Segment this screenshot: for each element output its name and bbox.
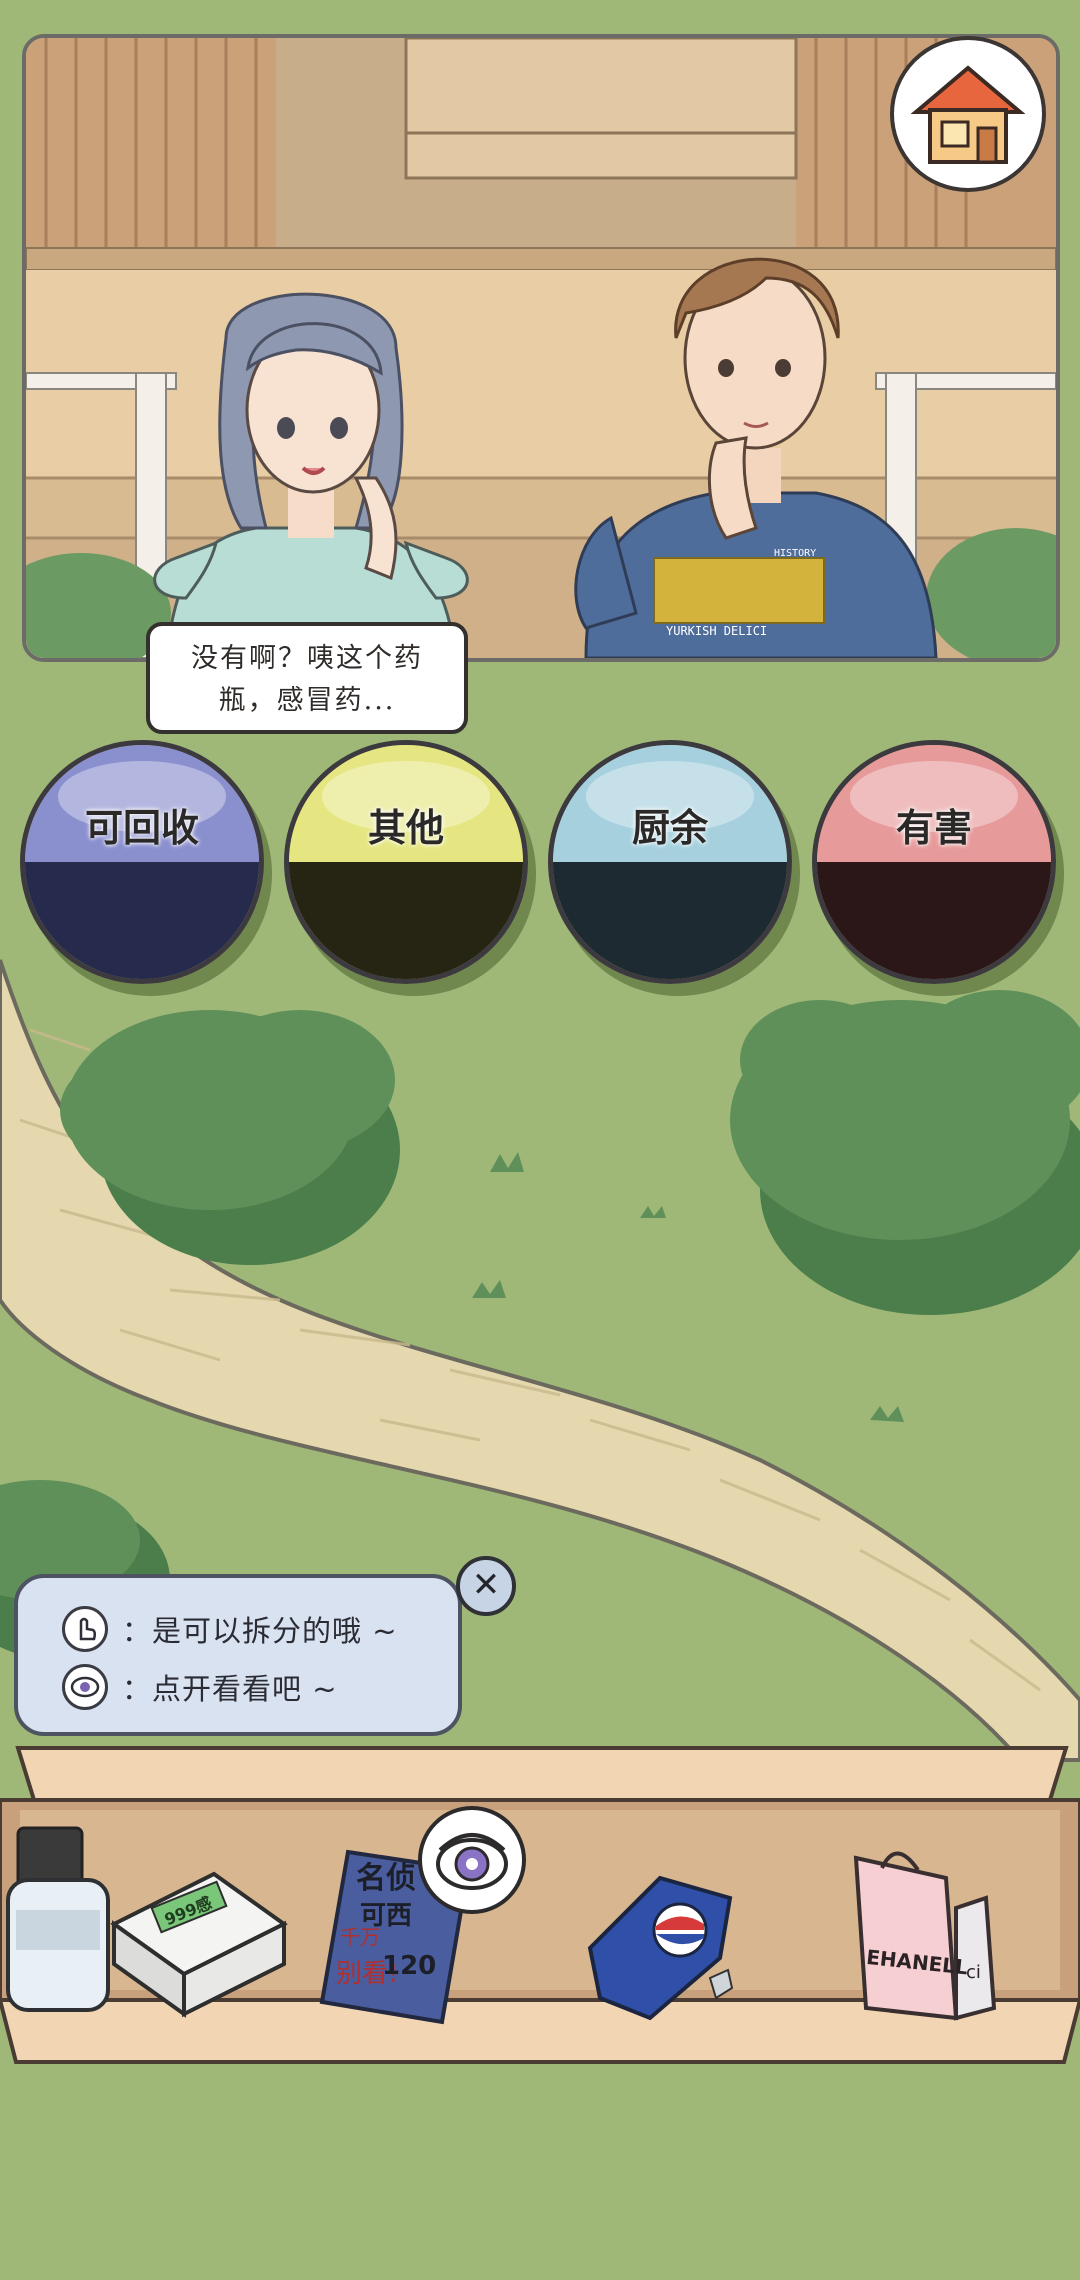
close-hint-button[interactable]: ✕ [456,1556,516,1616]
bin-label: 其他 [367,806,444,850]
bin-label: 有害 [895,806,972,850]
eye-icon [436,1833,508,1890]
bin-kitchen[interactable]: 厨余 [548,740,792,984]
hint-tap-text: ：是可以拆分的哦 ~ [122,1614,398,1648]
eye-icon [62,1664,108,1710]
bin-other[interactable]: 其他 [284,740,528,984]
book-text-5: 120 [382,1951,436,1981]
bin-label: 厨余 [631,806,708,850]
book-text-1: 名侦 [356,1861,416,1896]
hint-bubble: ：是可以拆分的哦 ~ ：点开看看吧 ~ [14,1574,462,1736]
dialogue-line-1: 没有啊？咦这个药 [191,643,423,674]
bag-side-label: ci [966,1962,981,1983]
inspect-eye-button[interactable] [418,1806,526,1914]
bin-recyclable[interactable]: 可回收 [20,740,264,984]
dialogue-line-2: 瓶，感冒药... [218,685,396,716]
bin-opening [25,862,259,979]
home-button[interactable] [890,36,1046,192]
bin-hazardous[interactable]: 有害 [812,740,1056,984]
house-icon [910,65,1026,164]
bin-label: 可回收 [84,806,199,850]
item-medicine-bottle[interactable] [0,1820,120,2020]
item-shopping-bag[interactable]: EHANELL ci [846,1838,1006,2028]
dialogue-bubble: 没有啊？咦这个药 瓶，感冒药... [146,622,468,734]
shirt-small-text: HISTORY [774,548,816,559]
hint-eye-text: ：点开看看吧 ~ [122,1672,338,1706]
bin-opening [553,862,787,979]
bush-right [730,990,1080,1315]
close-icon: ✕ [471,1565,501,1605]
book-text-3: 千万 [340,1925,380,1949]
bin-opening [817,862,1051,979]
item-medicine-box[interactable]: 999感 [104,1864,294,2024]
hint-row-eye: ：点开看看吧 ~ [62,1662,338,1712]
item-crushed-can[interactable] [570,1848,750,2028]
bin-opening [289,862,523,979]
shirt-brand-text: YURKISH DELICI [666,624,767,638]
hint-row-tap: ：是可以拆分的哦 ~ [62,1604,398,1654]
tap-hand-icon [62,1606,108,1652]
